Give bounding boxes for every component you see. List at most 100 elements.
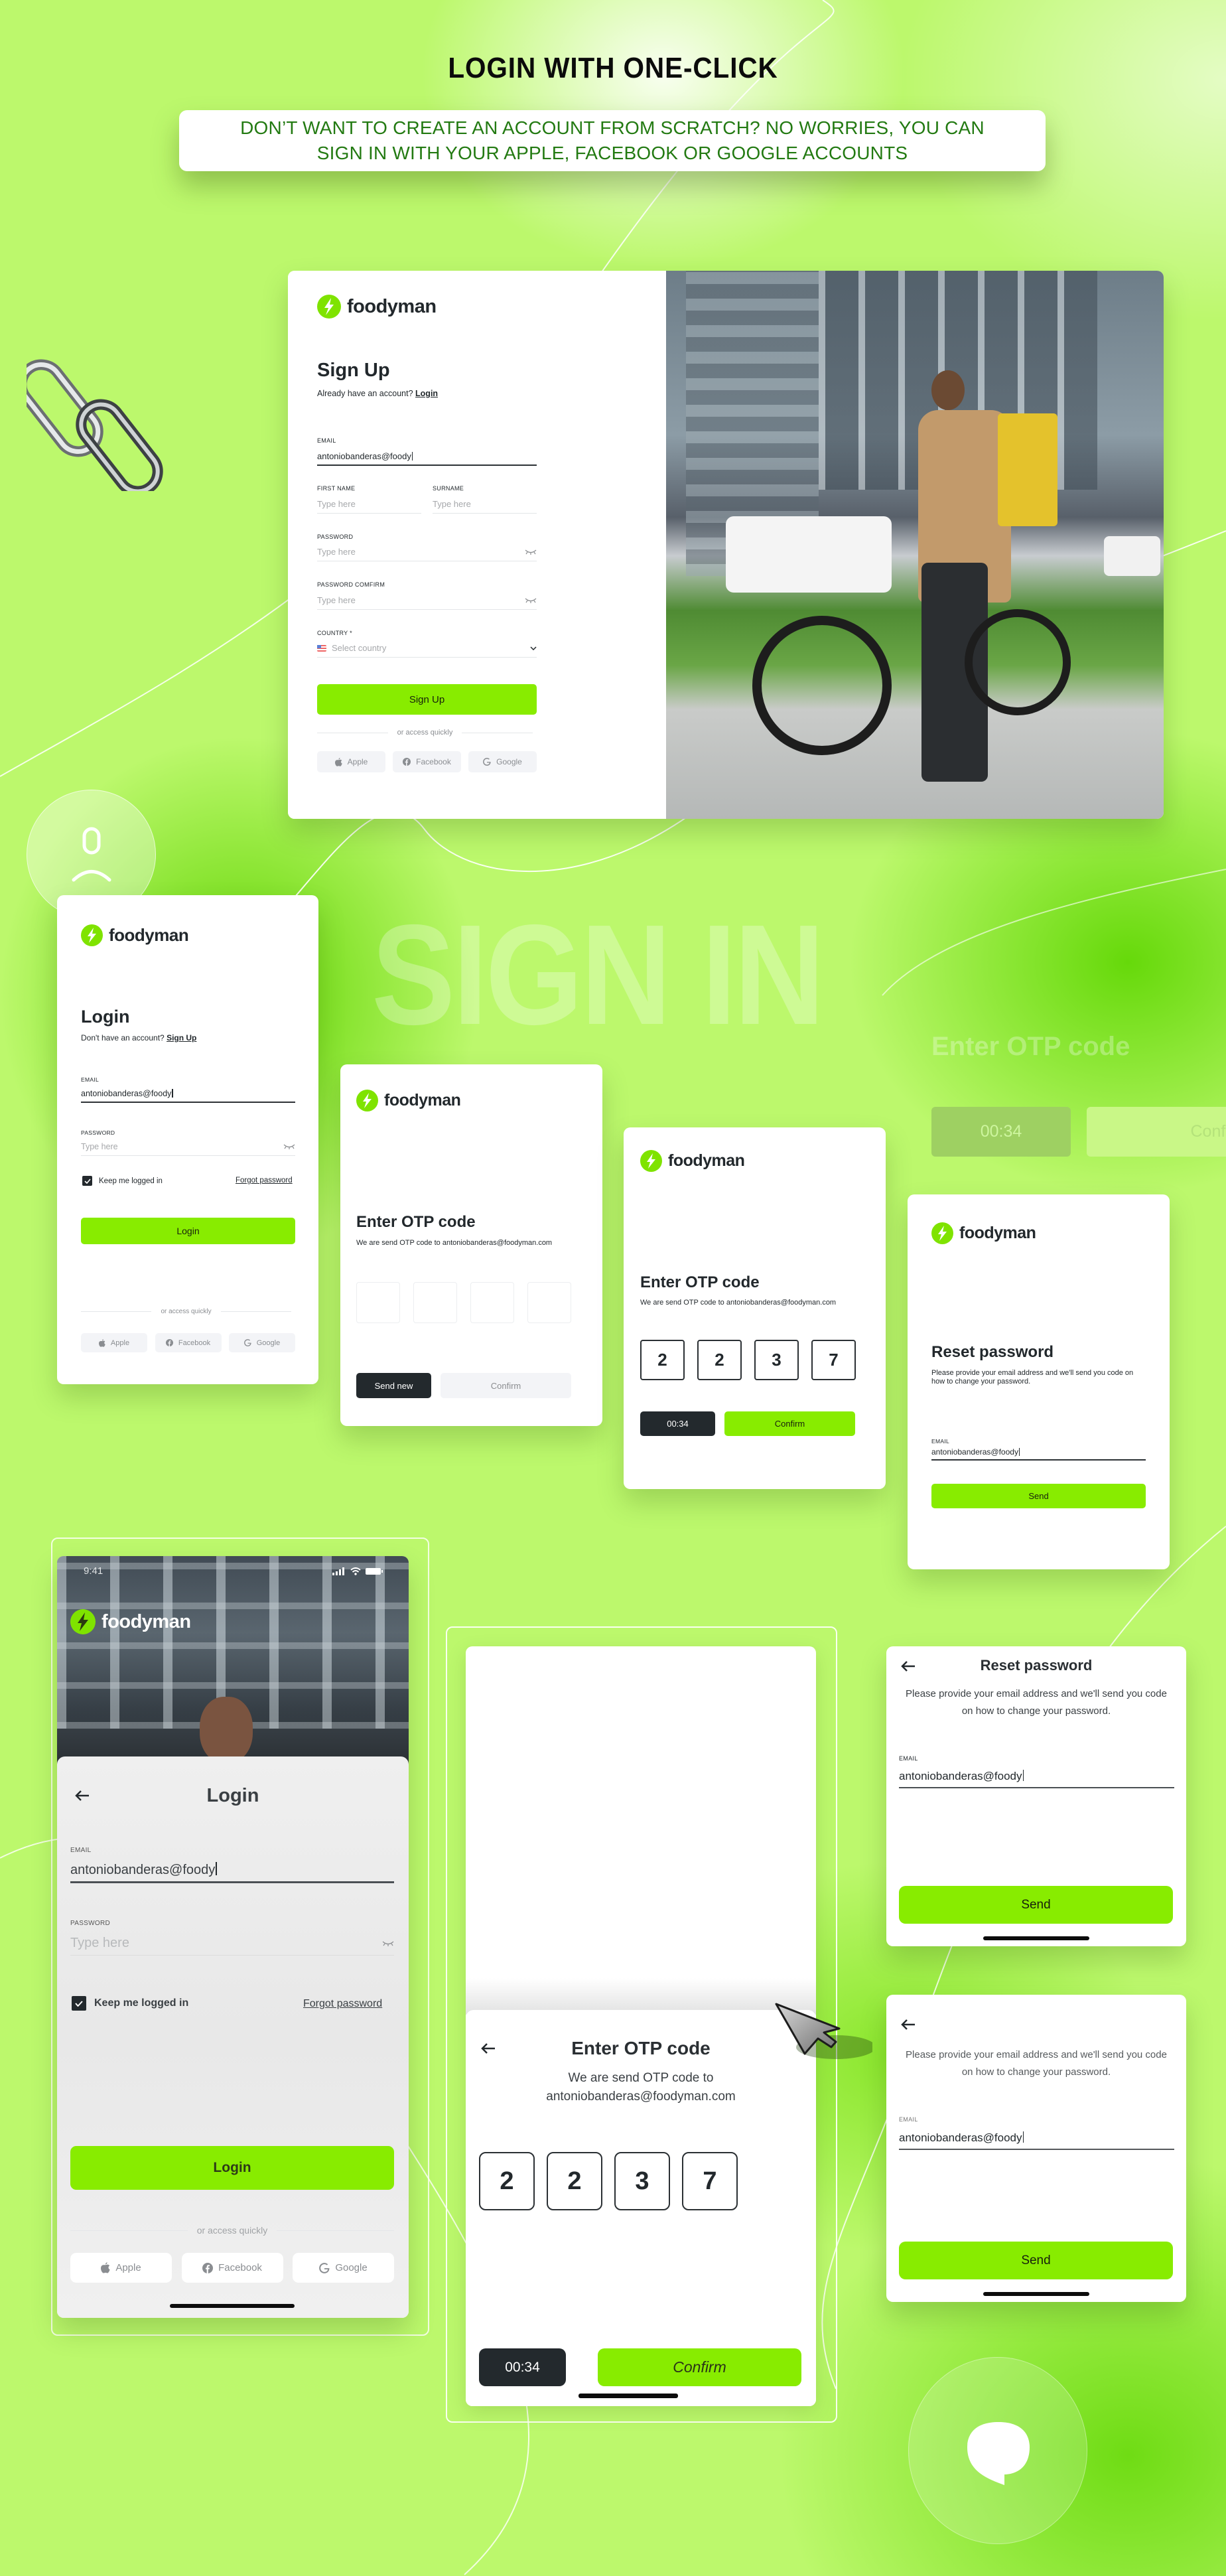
email-label: EMAIL — [931, 1438, 950, 1445]
google-label: Google — [335, 2262, 368, 2273]
social-buttons: Apple Facebook Google — [81, 1333, 295, 1352]
checkbox-checked-icon[interactable] — [82, 1176, 92, 1186]
confirm-button-disabled[interactable]: Confirm — [441, 1373, 571, 1398]
otp-digit-input[interactable]: 2 — [640, 1340, 685, 1380]
otp-watermark-title: Enter OTP code — [931, 1032, 1130, 1061]
forgot-password-link[interactable]: Forgot password — [236, 1177, 293, 1184]
send-button[interactable]: Send — [931, 1484, 1146, 1508]
brand-name: foodyman — [109, 925, 189, 945]
password-field[interactable]: Type here — [81, 1138, 295, 1156]
surname-placeholder: Type here — [433, 499, 471, 509]
otp-digit-input[interactable] — [470, 1282, 514, 1323]
foodyman-logo: foodyman — [70, 1609, 191, 1634]
lightning-bolt-icon — [356, 1090, 378, 1111]
apple-label: Apple — [110, 1338, 130, 1347]
send-button[interactable]: Send — [899, 1886, 1173, 1924]
google-login-button[interactable]: Google — [468, 751, 537, 772]
otp-mobile-screen: Enter OTP code We are send OTP code to a… — [466, 1646, 816, 2406]
courier-photo-background — [57, 1556, 409, 1775]
password-field[interactable]: Type here — [317, 543, 537, 561]
first-name-field[interactable]: Type here — [317, 495, 421, 514]
otp-message-line2: antoniobanderas@foodyman.com — [546, 2090, 736, 2104]
us-flag-icon — [317, 644, 326, 652]
otp-digit-input[interactable] — [527, 1282, 571, 1323]
email-value: antoniobanderas@foody — [317, 451, 411, 461]
eye-closed-icon[interactable] — [382, 1941, 394, 1946]
facebook-label: Facebook — [178, 1338, 211, 1347]
otp-inputs: 2 2 3 7 — [479, 2152, 738, 2210]
confirm-button[interactable]: Confirm — [598, 2348, 801, 2386]
otp-digit-input[interactable]: 2 — [697, 1340, 742, 1380]
otp-digit-input[interactable]: 2 — [479, 2152, 535, 2210]
email-field[interactable]: antoniobanderas@foody — [931, 1445, 1146, 1461]
email-field[interactable]: antoniobanderas@foody — [70, 1858, 394, 1883]
facebook-login-button[interactable]: Facebook — [181, 2253, 283, 2283]
otp-watermark-confirm: Confirm — [1087, 1107, 1226, 1157]
eye-closed-icon[interactable] — [525, 598, 537, 603]
email-field[interactable]: antoniobanderas@foody — [81, 1085, 295, 1103]
facebook-login-button[interactable]: Facebook — [393, 751, 461, 772]
keep-logged-in-label: Keep me logged in — [99, 1177, 163, 1185]
facebook-login-button[interactable]: Facebook — [155, 1333, 222, 1352]
login-heading: Login — [206, 1785, 259, 1806]
google-icon — [319, 2262, 330, 2273]
country-select[interactable]: Select country — [317, 639, 537, 658]
home-indicator — [170, 2304, 295, 2308]
otp-heading: Enter OTP code — [571, 2038, 711, 2058]
divider-text: or access quickly — [196, 2225, 268, 2236]
google-login-button[interactable]: Google — [293, 2253, 394, 2283]
apple-label: Apple — [115, 2262, 141, 2273]
apple-login-button[interactable]: Apple — [81, 1333, 147, 1352]
email-value: antoniobanderas@foody — [70, 1862, 216, 1877]
confirm-button[interactable]: Confirm — [724, 1411, 855, 1436]
home-indicator — [983, 1936, 1089, 1940]
eye-closed-icon[interactable] — [283, 1144, 295, 1149]
signup-button[interactable]: Sign Up — [317, 684, 537, 715]
otp-digit-input[interactable] — [413, 1282, 457, 1323]
page-subtitle: DON’T WANT TO CREATE AN ACCOUNT FROM SCR… — [240, 117, 985, 163]
otp-message: We are send OTP code to antoniobanderas@… — [640, 1299, 837, 1307]
login-link[interactable]: Login — [415, 389, 438, 398]
otp-digit-input[interactable]: 7 — [682, 2152, 738, 2210]
otp-inputs: 2 2 3 7 — [640, 1340, 856, 1380]
back-arrow-icon[interactable] — [900, 2019, 916, 2031]
keep-logged-in-checkbox[interactable]: Keep me logged in — [72, 1996, 188, 2011]
foodyman-logo: foodyman — [356, 1090, 461, 1111]
lightning-bolt-icon — [70, 1609, 96, 1634]
signup-prompt: Already have an account? — [317, 389, 413, 398]
send-new-button[interactable]: Send new — [356, 1373, 431, 1398]
email-field[interactable]: antoniobanderas@foody — [899, 2127, 1174, 2150]
otp-digit-input[interactable]: 2 — [547, 2152, 602, 2210]
otp-digit-input[interactable]: 7 — [811, 1340, 856, 1380]
login-button[interactable]: Login — [70, 2146, 394, 2190]
apple-login-button[interactable]: Apple — [317, 751, 385, 772]
surname-field[interactable]: Type here — [433, 495, 537, 514]
keep-logged-in-checkbox[interactable]: Keep me logged in — [82, 1176, 163, 1186]
otp-digit-input[interactable]: 3 — [614, 2152, 670, 2210]
otp-watermark-timer: 00:34 — [931, 1107, 1071, 1157]
password-field[interactable]: Type here — [70, 1932, 394, 1956]
otp-digit-input[interactable] — [356, 1282, 400, 1323]
otp-digit-input[interactable]: 3 — [754, 1340, 799, 1380]
google-icon — [483, 758, 491, 766]
checkbox-checked-icon[interactable] — [72, 1996, 86, 2011]
access-divider: or access quickly — [81, 1308, 292, 1315]
send-button[interactable]: Send — [899, 2242, 1173, 2279]
signup-link[interactable]: Sign Up — [167, 1033, 196, 1042]
facebook-icon — [403, 758, 411, 766]
eye-closed-icon[interactable] — [525, 549, 537, 555]
forgot-password-link[interactable]: Forgot password — [303, 1998, 382, 2010]
login-prompt: Don't have an account? — [81, 1033, 165, 1042]
brand-name: foodyman — [668, 1151, 745, 1170]
password-placeholder: Type here — [317, 547, 356, 557]
apple-login-button[interactable]: Apple — [70, 2253, 172, 2283]
login-button[interactable]: Login — [81, 1218, 295, 1244]
google-login-button[interactable]: Google — [229, 1333, 295, 1352]
divider-text: or access quickly — [161, 1308, 212, 1315]
password-confirm-field[interactable]: Type here — [317, 591, 537, 610]
email-field[interactable]: antoniobanderas@foody — [317, 447, 537, 466]
keep-logged-in-label: Keep me logged in — [94, 1997, 189, 2009]
email-field[interactable]: antoniobanderas@foody — [899, 1766, 1174, 1788]
page-title: LOGIN WITH ONE-CLICK — [448, 52, 778, 84]
subtitle-banner: DON’T WANT TO CREATE AN ACCOUNT FROM SCR… — [179, 110, 1046, 171]
